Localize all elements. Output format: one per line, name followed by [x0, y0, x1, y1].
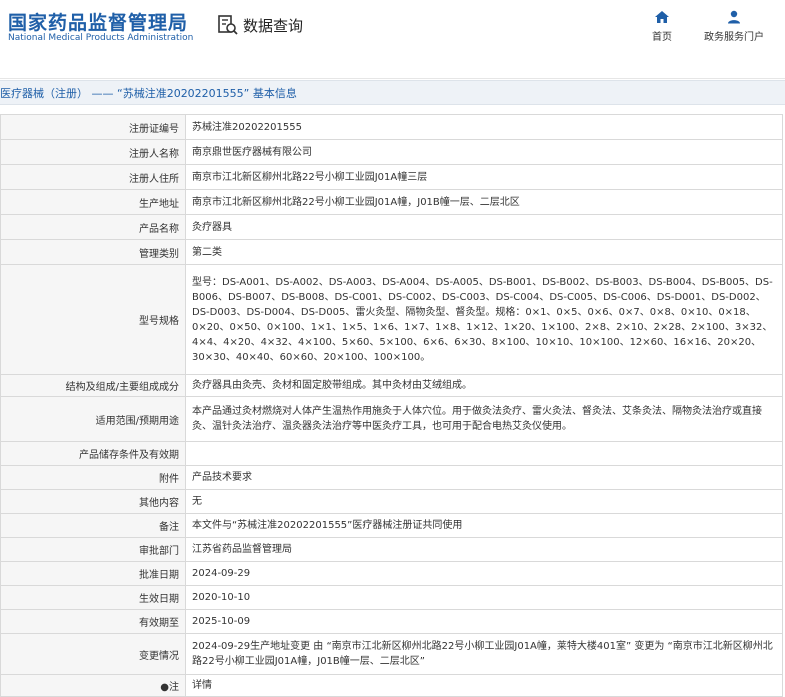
row-label: 注册人住所: [0, 164, 186, 190]
row-value: 苏械注准20202201555: [185, 114, 783, 140]
table-row: 结构及组成/主要组成成分 灸疗器具由灸壳、灸材和固定胶带组成。其中灸材由艾绒组成。: [0, 374, 783, 397]
table-row: 适用范围/预期用途 本产品通过灸材燃烧对人体产生温热作用施灸于人体穴位。用于做灸法…: [0, 396, 783, 442]
table-row: 注册证编号 苏械注准20202201555: [0, 114, 783, 140]
table-row: 其他内容无: [0, 489, 783, 514]
site-header: 国家药品监督管理局 National Medical Products Admi…: [0, 0, 785, 79]
row-value: 无: [185, 489, 783, 514]
row-label: 批准日期: [0, 561, 186, 586]
table-row: 产品储存条件及有效期: [0, 441, 783, 466]
row-label: 生效日期: [0, 585, 186, 610]
row-value: 本文件与“苏械注准20202201555”医疗器械注册证共同使用: [185, 513, 783, 538]
table-row: 审批部门 江苏省药品监督管理局: [0, 537, 783, 562]
row-value: 江苏省药品监督管理局: [185, 537, 783, 562]
table-row: 注册人名称 南京鼎世医疗器械有限公司: [0, 139, 783, 165]
table-row: 批准日期 2024-09-29: [0, 561, 783, 586]
row-value: 本产品通过灸材燃烧对人体产生温热作用施灸于人体穴位。用于做灸法灸疗、雷火灸法、督…: [185, 396, 783, 442]
row-value: 2025-10-09: [185, 609, 783, 634]
row-label: 型号规格: [0, 264, 186, 375]
table-row: 有效期至 2025-10-09: [0, 609, 783, 634]
nav-portal[interactable]: 政务服务门户: [704, 10, 764, 43]
table-row: ●注 详情: [0, 674, 783, 697]
row-value: 产品技术要求: [185, 465, 783, 490]
row-label: 审批部门: [0, 537, 186, 562]
home-icon: [655, 11, 669, 23]
row-value: 灸疗器具: [185, 214, 783, 240]
table-row: 注册人住所 南京市江北新区柳州北路22号小柳工业园J01A幢三层: [0, 164, 783, 190]
data-search-icon: [218, 15, 238, 35]
row-value: 2020-10-10: [185, 585, 783, 610]
table-row: 生效日期 2020-10-10: [0, 585, 783, 610]
site-logo-cn[interactable]: 国家药品监督管理局: [8, 8, 188, 35]
details-link[interactable]: 详情: [185, 674, 783, 697]
row-value: [185, 441, 783, 466]
breadcrumb: 医疗器械（注册） —— “苏械注准20202201555” 基本信息: [0, 87, 297, 100]
user-icon: [728, 10, 740, 24]
table-row: 生产地址 南京市江北新区柳州北路22号小柳工业园J01A幢，J01B幢一层、二层北…: [0, 189, 783, 215]
nav-home[interactable]: 首页: [652, 10, 672, 43]
nav-home-label: 首页: [652, 32, 672, 43]
table-row: 附件 产品技术要求: [0, 465, 783, 490]
nav-portal-label: 政务服务门户: [704, 32, 764, 43]
table-row: 产品名称 灸疗器具: [0, 214, 783, 240]
breadcrumb-bar: 医疗器械（注册） —— “苏械注准20202201555” 基本信息: [0, 80, 785, 105]
row-value: 2024-09-29: [185, 561, 783, 586]
row-label: 产品名称: [0, 214, 186, 240]
row-label: 有效期至: [0, 609, 186, 634]
row-label: 管理类别: [0, 239, 186, 265]
row-value: 2024-09-29生产地址变更 由 “南京市江北新区柳州北路22号小柳工业园J…: [185, 633, 783, 675]
table-row: 管理类别 第二类: [0, 239, 783, 265]
row-label: 产品储存条件及有效期: [0, 441, 186, 466]
data-query-label: 数据查询: [243, 16, 304, 35]
row-label: 备注: [0, 513, 186, 538]
row-label: 附件: [0, 465, 186, 490]
row-label: 适用范围/预期用途: [0, 396, 186, 442]
table-row: 变更情况 2024-09-29生产地址变更 由 “南京市江北新区柳州北路22号小柳…: [0, 633, 783, 675]
row-value: 灸疗器具由灸壳、灸材和固定胶带组成。其中灸材由艾绒组成。: [185, 374, 783, 397]
table-row: 型号规格 型号：DS-A001、DS-A002、DS-A003、DS-A004、D…: [0, 264, 783, 375]
row-label: 注册证编号: [0, 114, 186, 140]
row-label: 变更情况: [0, 633, 186, 675]
info-table: 注册证编号 苏械注准20202201555 注册人名称 南京鼎世医疗器械有限公司 注册人…: [0, 114, 783, 697]
data-query-link[interactable]: 数据查询: [217, 14, 303, 36]
row-label: 生产地址: [0, 189, 186, 215]
row-label: 其他内容: [0, 489, 186, 514]
table-row: 备注 本文件与“苏械注准20202201555”医疗器械注册证共同使用: [0, 513, 783, 538]
row-value: 南京鼎世医疗器械有限公司: [185, 139, 783, 165]
site-logo-en: National Medical Products Administration: [8, 33, 194, 43]
row-value: 第二类: [185, 239, 783, 265]
row-label: ●注: [0, 674, 186, 697]
row-label: 注册人名称: [0, 139, 186, 165]
row-value: 型号：DS-A001、DS-A002、DS-A003、DS-A004、DS-A0…: [185, 264, 783, 375]
row-value: 南京市江北新区柳州北路22号小柳工业园J01A幢三层: [185, 164, 783, 190]
row-label: 结构及组成/主要组成成分: [0, 374, 186, 397]
row-value: 南京市江北新区柳州北路22号小柳工业园J01A幢，J01B幢一层、二层北区: [185, 189, 783, 215]
